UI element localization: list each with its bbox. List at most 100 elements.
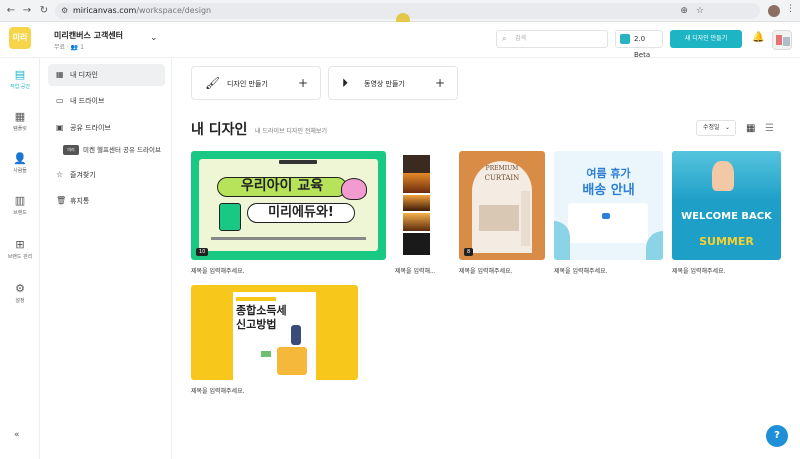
beta-switch-button[interactable]: 2.0 Beta (615, 30, 663, 59)
design-thumbnail[interactable]: WELCOME BACK SUMMER (672, 151, 781, 260)
members-count: 1 (80, 44, 84, 51)
browser-menu-icon[interactable]: ⋮ (786, 4, 795, 14)
chevron-down-icon: ⌄ (724, 124, 730, 131)
plus-icon: + (297, 76, 308, 90)
trash-icon: 🗑 (56, 196, 67, 205)
bell-icon[interactable]: 🔔 (752, 32, 764, 43)
create-video-card[interactable]: ⏵ 동영상 만들기 + (328, 66, 458, 100)
rail-settings[interactable]: ⚙ 설정 (0, 282, 40, 304)
design-heading: 종합소득세 (236, 304, 287, 317)
back-icon[interactable]: ← (4, 4, 18, 18)
sidebar-sub-label: 미켄 헬프센터 공유 드라이브 (83, 146, 161, 154)
zoom-icon[interactable]: ⊕ (680, 6, 688, 16)
members-icon: 👥 (70, 44, 79, 51)
rail-label: 템플릿 (13, 126, 27, 132)
drive-tag: 미리 (63, 145, 79, 155)
rail-label: 설정 (15, 298, 25, 304)
sort-dropdown[interactable]: 수정일 ⌄ (696, 120, 736, 136)
main-content: 🖌 디자인 만들기 + ⏵ 동영상 만들기 + 내 디자인 내 드라이브 디자인… (173, 58, 800, 459)
design-thumbnail[interactable]: 종합소득세 신고방법 (191, 285, 358, 380)
sidebar-item-my-drive[interactable]: ▭ 내 드라이브 (48, 90, 165, 112)
design-title[interactable]: 제목을 입력해주세요. (672, 266, 781, 275)
url-path: /workspace/design (136, 6, 212, 15)
design-heading: CURTAIN (484, 174, 520, 182)
rail-label: 브랜드 (13, 210, 27, 216)
new-design-button[interactable]: 새 디자인 만들기 (670, 30, 742, 48)
search-icon: ⌕ (502, 34, 507, 43)
design-title[interactable]: 제목을 입력해주세요. (191, 386, 358, 395)
design-heading: WELCOME BACK (681, 211, 772, 222)
sidebar-item-shared-drive[interactable]: ▣ 공유 드라이브 (48, 117, 165, 139)
forward-icon[interactable]: → (20, 4, 34, 18)
rail-workspace[interactable]: ▤ 작업 공간 (0, 68, 40, 90)
rail-people[interactable]: 👤 사람들 (0, 152, 40, 174)
design-thumbnail[interactable]: PREMIUM CURTAIN 8 (459, 151, 545, 260)
design-thumbnail[interactable]: 여름 휴가 배송 안내 (554, 151, 663, 260)
workspace-icon: ▤ (14, 68, 26, 81)
people-icon: 👤 (13, 152, 27, 165)
rail-label: 사람들 (13, 168, 27, 174)
sidebar-item-shared-drive-help[interactable]: 미리 미켄 헬프센터 공유 드라이브 (63, 143, 161, 157)
sidebar-item-favorites[interactable]: ☆ 즐겨찾기 (48, 164, 165, 186)
drive-icon: ▭ (56, 96, 64, 105)
workspace-name[interactable]: 미리캔버스 고객센터 (54, 30, 123, 41)
rail-brand[interactable]: ▥ 브랜드 (0, 194, 40, 216)
help-button[interactable]: ? (766, 425, 788, 447)
sidebar-item-trash[interactable]: 🗑 휴지통 (48, 190, 165, 212)
search-input[interactable]: ⌕ 검색 (496, 30, 608, 48)
design-title[interactable]: 제목을 입력해주세요. (459, 266, 545, 275)
design-thumbnail[interactable] (395, 151, 435, 260)
sidebar-item-label: 내 디자인 (70, 71, 98, 79)
create-video-label: 동영상 만들기 (364, 80, 405, 88)
sidebar: ▦ 내 디자인 ▭ 내 드라이브 ▣ 공유 드라이브 미리 미켄 헬프센터 공유 드라이… (40, 58, 172, 459)
sidebar-item-label: 공유 드라이브 (70, 124, 111, 132)
page-count-badge: 10 (196, 248, 209, 256)
chevron-down-icon[interactable]: ⌄ (150, 33, 158, 43)
browser-profile-avatar[interactable] (768, 5, 780, 17)
grid-icon: ▦ (56, 70, 64, 79)
design-title[interactable]: 제목을 입력해... (395, 266, 435, 275)
sidebar-item-label: 휴지통 (70, 197, 90, 205)
settings-icon: ⚙ (15, 282, 25, 295)
design-heading: 배송 안내 (582, 183, 635, 198)
reload-icon[interactable]: ↻ (37, 4, 51, 18)
brand-icon: ▥ (14, 194, 26, 207)
workspace-logo[interactable]: 미리 (9, 27, 31, 49)
create-design-label: 디자인 만들기 (227, 80, 268, 88)
bookmark-star-icon[interactable]: ☆ (696, 6, 704, 16)
design-heading: SUMMER (699, 235, 754, 248)
design-title[interactable]: 제목을 입력해주세요. (554, 266, 663, 275)
grid-view-icon[interactable]: ▦ (746, 123, 755, 134)
sidebar-item-my-designs[interactable]: ▦ 내 디자인 (48, 64, 165, 86)
beta-icon (620, 34, 630, 44)
design-heading: 미리에듀와! (247, 203, 355, 223)
search-placeholder: 검색 (515, 35, 527, 42)
app-rail: ▤ 작업 공간 ▦ 템플릿 👤 사람들 ▥ 브랜드 ⊞ 브랜드 관리 ⚙ 설정 (0, 58, 40, 459)
beta-label: 2.0 Beta (634, 35, 651, 59)
collapse-sidebar-icon[interactable]: « (14, 430, 20, 440)
plus-icon: + (434, 76, 445, 90)
list-view-icon[interactable]: ☰ (765, 123, 774, 134)
design-heading: PREMIUM (485, 165, 519, 172)
url-host: miricanvas.com (73, 6, 137, 15)
workspace-plan: 무료 · 👥 1 (54, 42, 84, 51)
design-title[interactable]: 제목을 입력해주세요. (191, 266, 386, 275)
page-title: 내 디자인 (191, 122, 248, 138)
shared-drive-icon: ▣ (56, 123, 64, 132)
site-info-icon[interactable]: ⚙ (61, 3, 68, 19)
sort-label: 수정일 (703, 124, 720, 131)
design-heading: 신고방법 (236, 318, 277, 331)
create-design-card[interactable]: 🖌 디자인 만들기 + (191, 66, 321, 100)
avatar[interactable] (772, 30, 792, 50)
plan-label: 무료 · (54, 44, 71, 51)
play-icon: ⏵ (342, 76, 349, 90)
page-count-badge: 8 (464, 248, 474, 256)
design-heading: 우리아이 교육 (217, 177, 347, 197)
rail-templates[interactable]: ▦ 템플릿 (0, 110, 40, 132)
design-thumbnail[interactable]: 우리아이 교육 미리에듀와! 10 (191, 151, 386, 260)
rail-brand-manage[interactable]: ⊞ 브랜드 관리 (0, 238, 40, 260)
template-icon: ▦ (14, 110, 26, 123)
sidebar-item-label: 내 드라이브 (70, 97, 105, 105)
page-subtitle[interactable]: 내 드라이브 디자인 전체보기 (255, 126, 327, 135)
brand-manage-icon: ⊞ (15, 238, 25, 251)
